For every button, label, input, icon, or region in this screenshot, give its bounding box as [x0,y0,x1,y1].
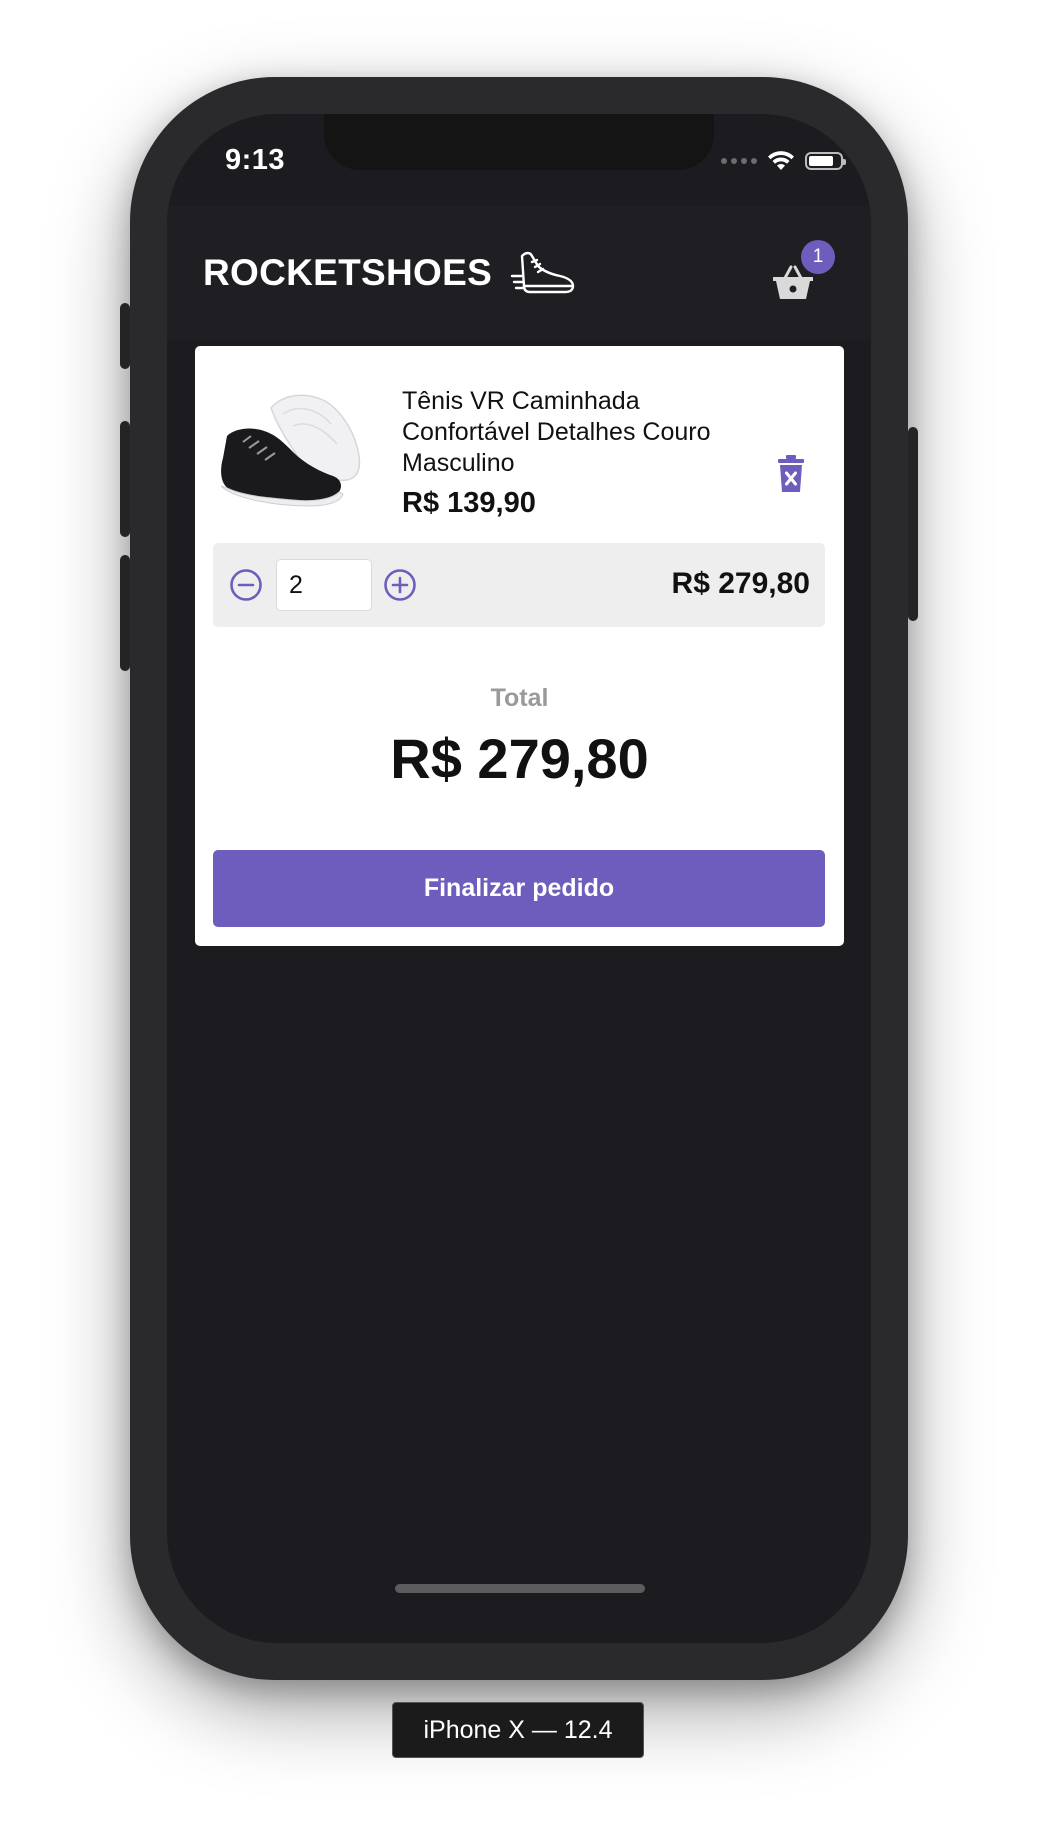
checkout-button[interactable]: Finalizar pedido [213,850,825,927]
simulator-stage: 9:13 ROCKETSHOES 1 Tênis VR Caminhada Co… [0,0,1040,1830]
quantity-bar: R$ 279,80 [213,543,825,627]
cart-button[interactable]: 1 [769,240,835,306]
signal-icon [721,158,757,164]
logo-text: ROCKETSHOES [203,252,493,293]
status-icons [721,148,846,174]
trash-icon [778,455,804,492]
total-value: R$ 279,80 [390,727,649,790]
plus-circle-icon [384,569,416,601]
home-indicator[interactable] [395,1584,645,1593]
sneaker-icon [510,251,575,294]
total-label: Total [490,684,549,712]
increment-button[interactable] [383,568,417,602]
wifi-icon [768,151,794,170]
power-button [908,427,918,621]
product-price: R$ 139,90 [402,487,536,519]
product-image [220,394,361,507]
item-subtotal: R$ 279,80 [671,567,810,600]
quantity-input[interactable] [276,559,372,611]
delete-item-button[interactable] [775,454,807,494]
cart-card: Tênis VR Caminhada Confortável Detalhes … [195,346,844,946]
device-screen: 9:13 ROCKETSHOES 1 Tênis VR Caminhada Co… [167,114,871,1643]
cart-item: Tênis VR Caminhada Confortável Detalhes … [213,366,825,546]
iphone-frame: 9:13 ROCKETSHOES 1 Tênis VR Caminhada Co… [120,77,918,1680]
status-time: 9:13 [225,144,286,176]
logo[interactable]: ROCKETSHOES [203,248,576,298]
silent-switch [120,303,130,369]
volume-down-button [120,555,130,671]
minus-circle-icon [230,569,262,601]
product-info: Tênis VR Caminhada Confortável Detalhes … [402,386,762,520]
app-header: ROCKETSHOES 1 [167,206,871,340]
volume-up-button [120,421,130,537]
simulator-device-label: iPhone X — 12.4 [392,1702,644,1758]
battery-icon [805,152,846,170]
product-title: Tênis VR Caminhada Confortável Detalhes … [402,387,711,477]
notch [324,114,714,170]
cart-count-badge: 1 [801,240,835,274]
decrement-button[interactable] [229,568,263,602]
